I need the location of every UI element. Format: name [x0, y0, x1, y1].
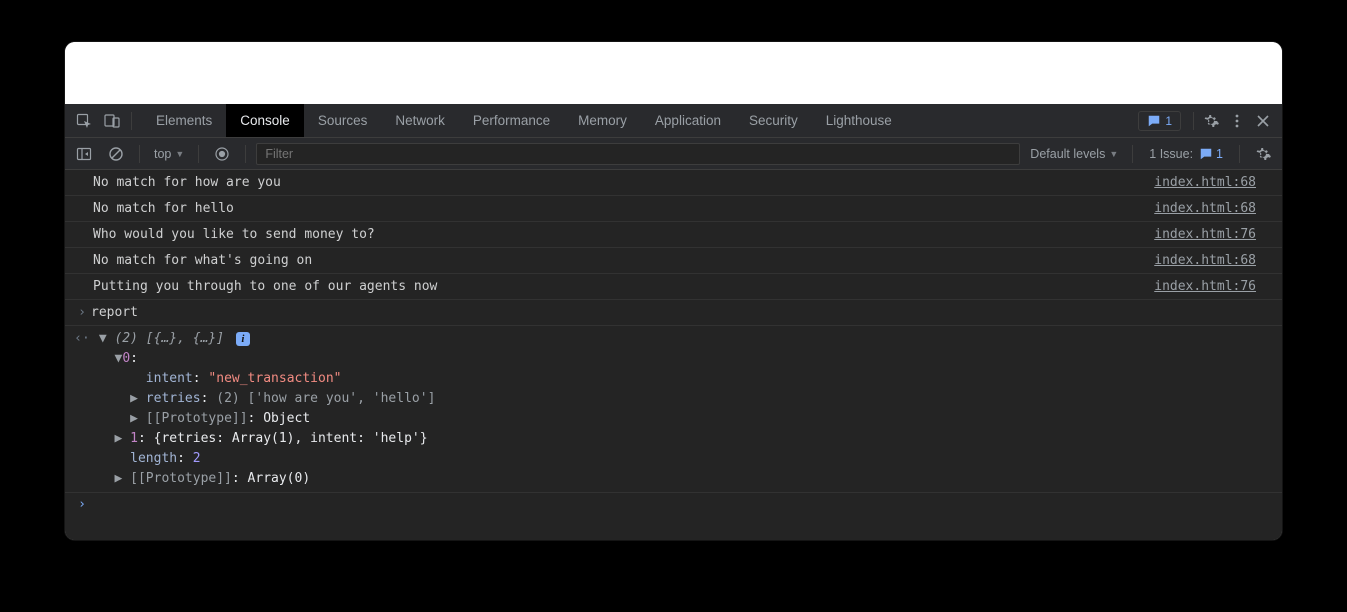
- context-dropdown[interactable]: top ▼: [150, 147, 188, 161]
- console-result-row: ‹· ▼ (2) [{…}, {…}] i ▼0: intent: "new_t…: [65, 326, 1282, 493]
- tabbar-left-icons: [65, 108, 142, 134]
- tab-application[interactable]: Application: [641, 104, 735, 137]
- console-log-row: No match for hello index.html:68: [65, 196, 1282, 222]
- separator: [198, 145, 199, 163]
- levels-dropdown[interactable]: Default levels ▼: [1026, 147, 1122, 161]
- devtools-window: Elements Console Sources Network Perform…: [65, 42, 1282, 540]
- issues-count: 1: [1216, 147, 1223, 161]
- expand-toggle[interactable]: ▶: [130, 391, 138, 406]
- log-source-link[interactable]: index.html:68: [1154, 173, 1274, 192]
- close-icon[interactable]: [1250, 108, 1276, 134]
- log-source-link[interactable]: index.html:68: [1154, 251, 1274, 270]
- expand-toggle[interactable]: ▶: [114, 471, 122, 486]
- clear-console-icon[interactable]: [103, 141, 129, 167]
- console-log-row: Putting you through to one of our agents…: [65, 274, 1282, 300]
- console-prompt[interactable]: ›: [65, 493, 1282, 516]
- log-message: No match for how are you: [93, 173, 1154, 192]
- tab-memory[interactable]: Memory: [564, 104, 641, 137]
- levels-label: Default levels: [1030, 147, 1105, 161]
- console-log-row: No match for how are you index.html:68: [65, 170, 1282, 196]
- expand-toggle[interactable]: ▶: [130, 411, 138, 426]
- issues-label: 1 Issue:: [1149, 147, 1193, 161]
- log-message: Who would you like to send money to?: [93, 225, 1154, 244]
- log-message: Putting you through to one of our agents…: [93, 277, 1154, 296]
- separator: [1193, 112, 1194, 130]
- console-output[interactable]: No match for how are you index.html:68 N…: [65, 170, 1282, 540]
- devtools-panel: Elements Console Sources Network Perform…: [65, 104, 1282, 540]
- log-message: No match for hello: [93, 199, 1154, 218]
- page-content-area: [65, 42, 1282, 104]
- info-icon[interactable]: i: [236, 332, 250, 346]
- log-source-link[interactable]: index.html:68: [1154, 199, 1274, 218]
- console-settings-icon[interactable]: [1250, 141, 1276, 167]
- expand-toggle[interactable]: ▶: [114, 431, 122, 446]
- separator: [1132, 145, 1133, 163]
- output-caret-icon: ‹·: [73, 329, 91, 349]
- filter-input[interactable]: [256, 143, 1020, 165]
- expand-toggle[interactable]: ▼: [99, 331, 107, 346]
- device-toolbar-icon[interactable]: [99, 108, 125, 134]
- tab-performance[interactable]: Performance: [459, 104, 564, 137]
- separator: [131, 112, 132, 130]
- console-toolbar: top ▼ Default levels ▼ 1 Issue: 1: [65, 138, 1282, 170]
- tab-lighthouse[interactable]: Lighthouse: [812, 104, 906, 137]
- separator: [1239, 145, 1240, 163]
- separator: [245, 145, 246, 163]
- tab-console[interactable]: Console: [226, 104, 304, 137]
- log-message: No match for what's going on: [93, 251, 1154, 270]
- chevron-down-icon: ▼: [1109, 149, 1118, 159]
- context-label: top: [154, 147, 171, 161]
- settings-icon[interactable]: [1198, 108, 1224, 134]
- separator: [139, 145, 140, 163]
- devtools-tabbar: Elements Console Sources Network Perform…: [65, 104, 1282, 138]
- tabbar-right: 1: [1138, 108, 1282, 134]
- input-caret-icon: ›: [73, 303, 91, 322]
- more-icon[interactable]: [1224, 108, 1250, 134]
- input-text: report: [91, 303, 138, 322]
- object-tree[interactable]: ▼ (2) [{…}, {…}] i ▼0: intent: "new_tran…: [99, 329, 436, 489]
- tab-security[interactable]: Security: [735, 104, 812, 137]
- tab-sources[interactable]: Sources: [304, 104, 382, 137]
- inspect-element-icon[interactable]: [71, 108, 97, 134]
- console-log-row: No match for what's going on index.html:…: [65, 248, 1282, 274]
- console-log-row: Who would you like to send money to? ind…: [65, 222, 1282, 248]
- log-source-link[interactable]: index.html:76: [1154, 277, 1274, 296]
- issues-button[interactable]: 1 Issue: 1: [1143, 147, 1229, 161]
- sidebar-toggle-icon[interactable]: [71, 141, 97, 167]
- console-input-row: › report: [65, 300, 1282, 326]
- devtools-tabs: Elements Console Sources Network Perform…: [142, 104, 906, 137]
- chevron-down-icon: ▼: [175, 149, 184, 159]
- messages-count: 1: [1165, 114, 1172, 128]
- messages-badge[interactable]: 1: [1138, 111, 1181, 131]
- tab-network[interactable]: Network: [381, 104, 459, 137]
- log-source-link[interactable]: index.html:76: [1154, 225, 1274, 244]
- tab-elements[interactable]: Elements: [142, 104, 226, 137]
- prompt-caret-icon: ›: [73, 497, 91, 512]
- live-expression-icon[interactable]: [209, 141, 235, 167]
